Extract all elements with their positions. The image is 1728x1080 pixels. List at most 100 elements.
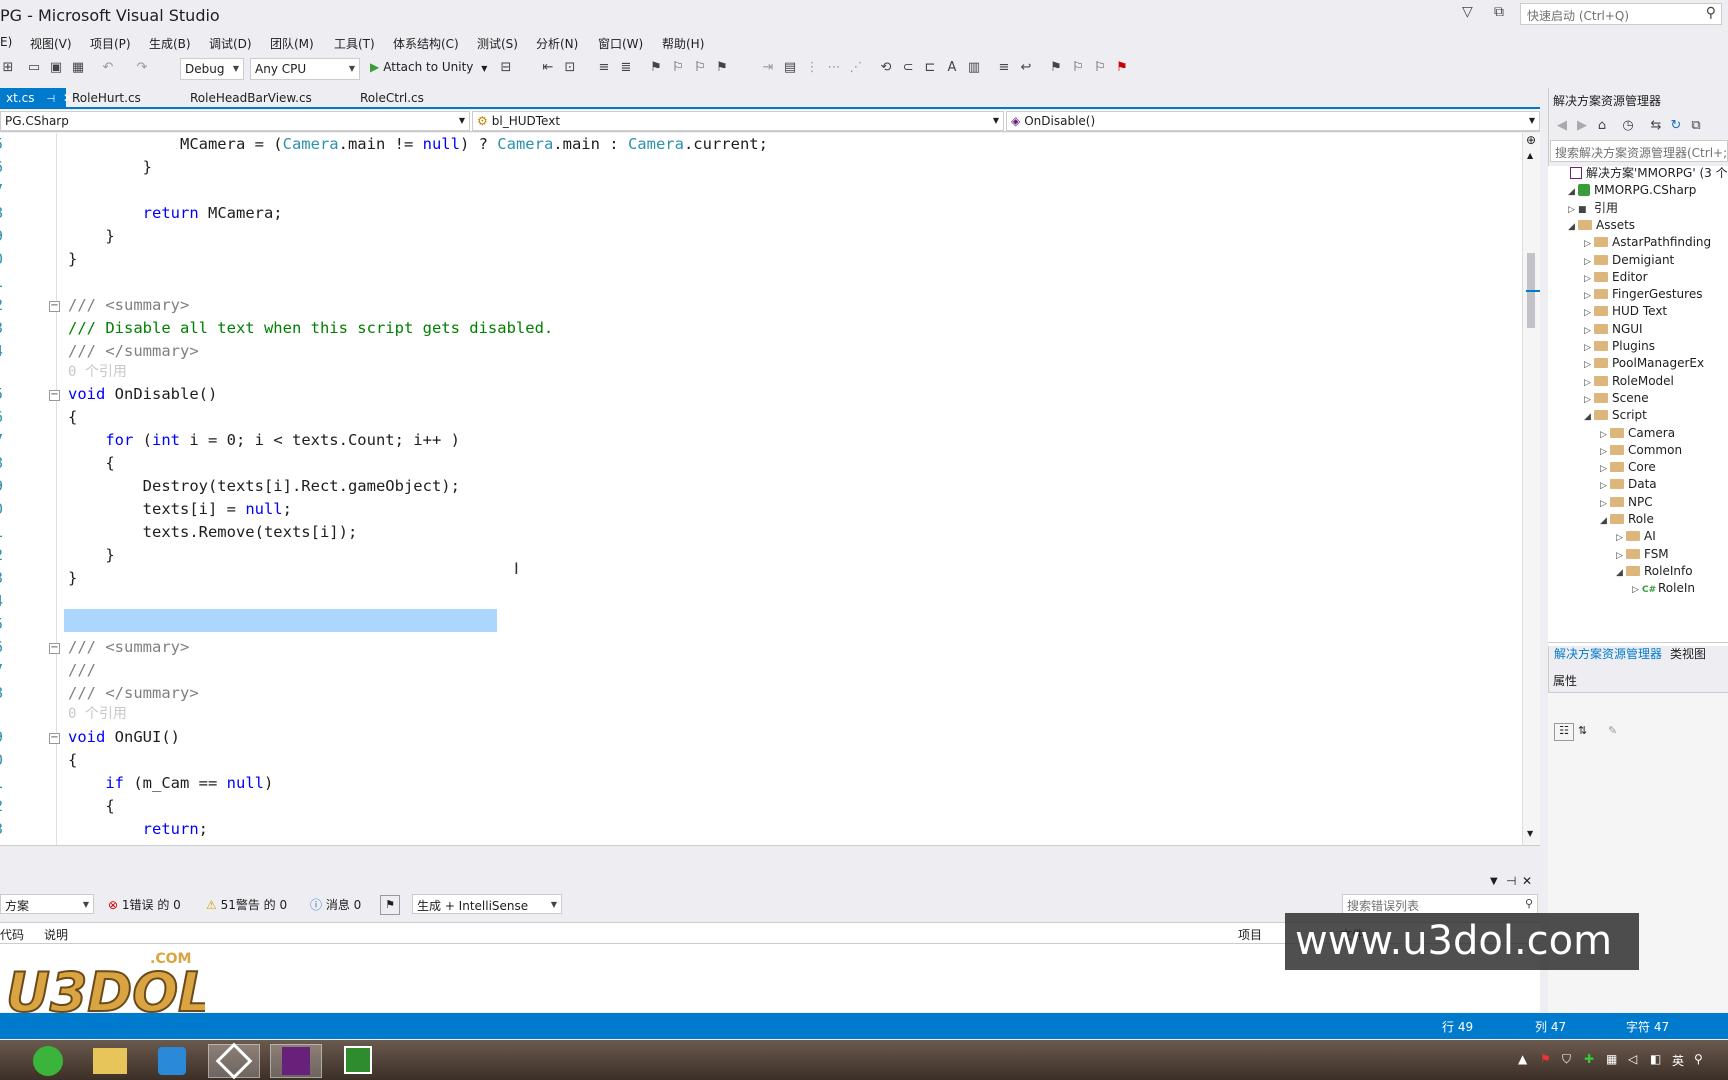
tray-flag-icon[interactable]: ⚑ bbox=[1540, 1052, 1551, 1066]
indent-icon[interactable]: ⇥ bbox=[760, 60, 776, 76]
tab-rolectrl[interactable]: RoleCtrl.cs bbox=[354, 88, 430, 108]
panel-splitter[interactable] bbox=[0, 845, 1540, 872]
start-button[interactable] bbox=[22, 1044, 74, 1078]
undo-icon[interactable]: ↶ bbox=[100, 60, 116, 76]
unity-icon[interactable] bbox=[208, 1042, 260, 1080]
save-all-icon[interactable]: ▦ bbox=[70, 60, 86, 76]
scroll-up-icon[interactable]: ▲ bbox=[1527, 151, 1533, 160]
forward-icon[interactable]: ▶ bbox=[1574, 118, 1590, 134]
uncomment-icon[interactable]: ≣ bbox=[618, 60, 634, 76]
tray-security-icon[interactable]: ✚ bbox=[1584, 1052, 1594, 1066]
tree-item[interactable]: ▷ Core bbox=[1600, 458, 1656, 477]
tree-item[interactable]: ▷ Scene bbox=[1584, 389, 1649, 408]
scroll-down-icon[interactable]: ▼ bbox=[1527, 829, 1533, 838]
tree-item[interactable]: ▷ Editor bbox=[1584, 268, 1648, 287]
tree-item[interactable]: ◢ RoleInfo bbox=[1616, 562, 1693, 581]
collapse-toggle[interactable]: − bbox=[49, 643, 60, 654]
wrap-icon[interactable]: ↩ bbox=[1018, 60, 1034, 76]
tree-item[interactable]: ▷ Camera bbox=[1600, 424, 1675, 443]
tree-item[interactable]: ▷ FingerGestures bbox=[1584, 285, 1702, 304]
back-icon[interactable]: ◀ bbox=[1554, 118, 1570, 134]
column-project[interactable]: 项目 bbox=[1238, 926, 1262, 943]
tree-item[interactable]: ◢ Assets bbox=[1568, 216, 1635, 235]
expanded-arrow-icon[interactable]: ◢ bbox=[1584, 408, 1594, 427]
build-filter-select[interactable]: 生成 + IntelliSense ▼ bbox=[412, 894, 562, 914]
tab-rolehurt[interactable]: RoleHurt.cs bbox=[66, 88, 147, 108]
tree-item[interactable]: ▷ Common bbox=[1600, 441, 1682, 460]
code-editor[interactable]: 5 MCamera = (Camera.main != null) ? Came… bbox=[0, 133, 1540, 845]
tray-language[interactable]: 英 bbox=[1672, 1052, 1684, 1069]
tab-class-view[interactable]: 类视图 bbox=[1670, 645, 1706, 662]
class-select[interactable]: ⚙ bl_HUDText ▼ bbox=[472, 111, 1004, 131]
warnings-filter[interactable]: ⚠ 51警告 的 0 bbox=[206, 896, 287, 913]
prev-bookmark2-icon[interactable]: ⚐ bbox=[1070, 60, 1086, 76]
solution-search-input[interactable]: 搜索解决方案资源管理器(Ctrl+;) bbox=[1550, 140, 1728, 162]
tree-item[interactable]: ▷ Data bbox=[1600, 475, 1657, 494]
tray-search-icon[interactable]: ⚲ bbox=[1694, 1052, 1703, 1066]
navigate-icon[interactable]: ⇤ bbox=[540, 60, 556, 76]
menu-build[interactable]: 生成(B) bbox=[149, 35, 191, 52]
file-explorer-icon[interactable] bbox=[84, 1044, 136, 1078]
tree-item[interactable]: ▷ AstarPathfinding bbox=[1584, 233, 1711, 252]
categorized-icon[interactable]: ☷ bbox=[1554, 723, 1574, 741]
bookmark2-icon[interactable]: ⚑ bbox=[1048, 60, 1064, 76]
tree-item[interactable]: ▷ Demigiant bbox=[1584, 251, 1674, 270]
layout-icon[interactable]: ⊡ bbox=[562, 60, 578, 76]
menu-test[interactable]: 测试(S) bbox=[477, 35, 518, 52]
home-icon[interactable]: ⌂ bbox=[1594, 118, 1610, 134]
collapse-toggle[interactable]: − bbox=[49, 390, 60, 401]
tab-roleheadbarview[interactable]: RoleHeadBarView.cs bbox=[184, 88, 318, 108]
tree-item[interactable]: ▷ C# RoleIn bbox=[1632, 579, 1695, 598]
tree-item[interactable]: ▷ PoolManagerEx bbox=[1584, 354, 1704, 373]
tray-shield-icon[interactable]: ⛉ bbox=[1562, 1052, 1571, 1067]
filter-icon[interactable]: ▽ bbox=[1462, 4, 1473, 20]
expanded-arrow-icon[interactable]: ◢ bbox=[1568, 218, 1578, 237]
camtasia-icon[interactable] bbox=[332, 1044, 384, 1078]
menu-view[interactable]: 视图(V) bbox=[30, 35, 72, 52]
tree-item[interactable]: ◢ Role bbox=[1600, 510, 1654, 529]
property-pages-icon[interactable]: ✎ bbox=[1608, 724, 1617, 737]
next-bookmark-icon[interactable]: ⚐ bbox=[692, 60, 708, 76]
tree-item[interactable]: ◢ MMORPG.CSharp bbox=[1568, 181, 1696, 200]
tab-current-file[interactable]: xt.cs ⊣ ✕ bbox=[0, 88, 73, 108]
expanded-arrow-icon[interactable]: ◢ bbox=[1600, 512, 1610, 531]
collapse-all-icon[interactable]: ⧉ bbox=[1688, 118, 1704, 134]
messages-filter[interactable]: ⓘ 消息 0 bbox=[310, 896, 361, 913]
configuration-select[interactable]: Debug ▼ bbox=[180, 58, 244, 80]
tray-input-icon[interactable]: ◧ bbox=[1650, 1052, 1661, 1066]
close-icon[interactable]: ✕ bbox=[1522, 874, 1532, 888]
menu-edit[interactable]: E) bbox=[0, 35, 12, 49]
tree-item[interactable]: ▷ NPC bbox=[1600, 493, 1653, 512]
collapsed-arrow-icon[interactable]: ▷ bbox=[1632, 581, 1642, 600]
clear-bookmark-icon[interactable]: ⚑ bbox=[714, 60, 730, 76]
scope-select[interactable]: 方案 ▼ bbox=[0, 894, 94, 914]
comment-icon[interactable]: ≡ bbox=[596, 60, 612, 76]
tray-volume-icon[interactable]: ◁ bbox=[1628, 1052, 1637, 1066]
panel-menu-icon[interactable]: ▼ bbox=[1490, 876, 1498, 887]
pin-icon[interactable]: ⊣ bbox=[1506, 874, 1516, 888]
split-editor-icon[interactable]: ⊕ bbox=[1526, 133, 1536, 147]
tree-item[interactable]: ▷ AI bbox=[1616, 527, 1656, 546]
filter-toggle-icon[interactable]: ⚑ bbox=[380, 895, 400, 915]
open-folder-icon[interactable]: ▭ bbox=[26, 60, 42, 76]
tree-item[interactable]: ▷ HUD Text bbox=[1584, 302, 1667, 321]
sync-icon[interactable]: ⇆ bbox=[1648, 118, 1664, 134]
alphabetical-icon[interactable]: ⇅ bbox=[1578, 724, 1587, 737]
new-project-icon[interactable]: ⊞ bbox=[0, 60, 16, 76]
tree-item[interactable]: ▷ FSM bbox=[1616, 545, 1669, 564]
member-select[interactable]: ◈ OnDisable() ▼ bbox=[1006, 111, 1540, 131]
tree-item[interactable]: ▷ NGUI bbox=[1584, 320, 1643, 339]
menu-team[interactable]: 团队(M) bbox=[270, 35, 314, 52]
redo-icon[interactable]: ↷ bbox=[134, 60, 150, 76]
pin-icon[interactable]: ⊣ bbox=[46, 94, 55, 105]
reference-count[interactable]: 0 个引用 bbox=[68, 703, 127, 726]
collapse-toggle[interactable]: − bbox=[49, 301, 60, 312]
format-icon[interactable]: ⋮ bbox=[804, 60, 820, 76]
tray-network-icon[interactable]: ▦ bbox=[1606, 1052, 1617, 1066]
document-icon[interactable]: ▤ bbox=[782, 60, 798, 76]
menu-window[interactable]: 窗口(W) bbox=[598, 35, 643, 52]
editor-scrollbar[interactable]: ⊕ ▲ ▼ bbox=[1522, 133, 1540, 845]
brackets-icon[interactable]: ⊂ bbox=[900, 60, 916, 76]
menu-architecture[interactable]: 体系结构(C) bbox=[393, 35, 459, 52]
errors-filter[interactable]: ⊗ 1错误 的 0 bbox=[108, 896, 181, 913]
